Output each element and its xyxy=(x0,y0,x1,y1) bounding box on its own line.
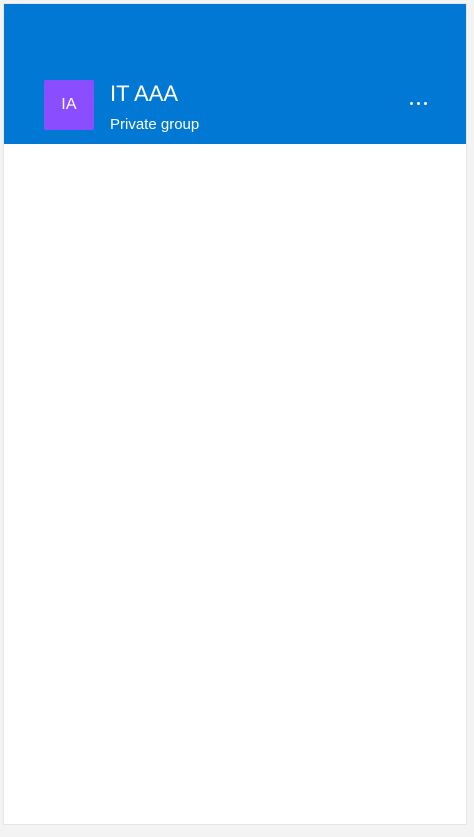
group-panel: IA IT AAA Private group xyxy=(4,4,466,824)
group-name: IT AAA xyxy=(110,81,179,106)
more-horizontal-icon xyxy=(409,101,413,105)
group-header: IA IT AAA Private group xyxy=(4,4,466,144)
main-content-area xyxy=(4,144,466,824)
group-privacy: Private group xyxy=(110,116,200,133)
group-initials: IA xyxy=(61,96,77,113)
more-horizontal-icon xyxy=(423,101,427,105)
more-horizontal-icon xyxy=(416,101,420,105)
more-options-button[interactable] xyxy=(398,90,438,116)
group-avatar: IA xyxy=(44,80,94,130)
